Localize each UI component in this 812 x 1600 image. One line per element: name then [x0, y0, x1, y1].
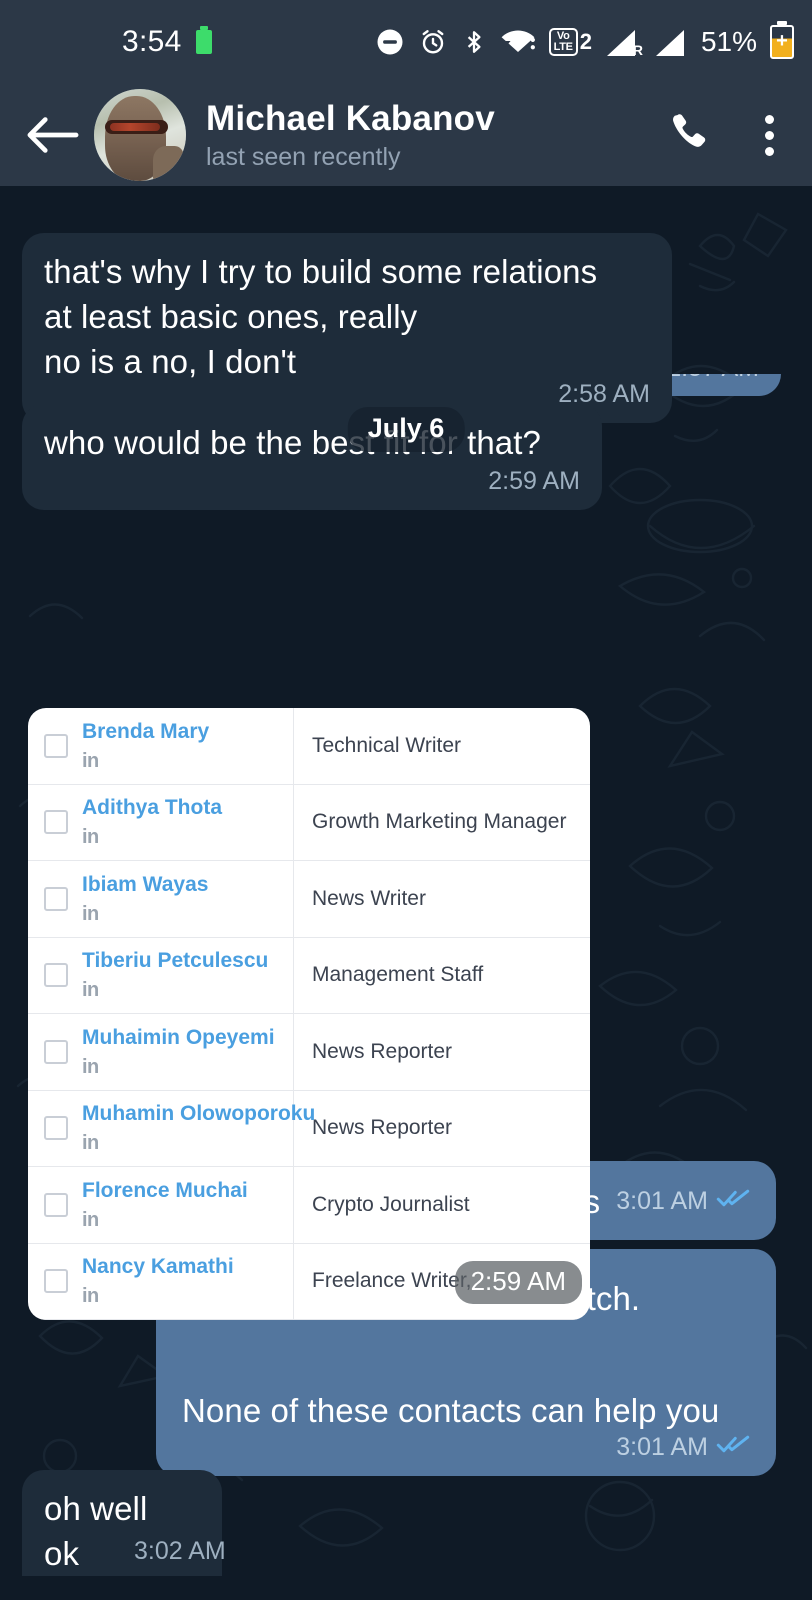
bluetooth-icon [461, 27, 487, 57]
row-checkbox[interactable] [44, 733, 68, 758]
battery-charging-small-icon [195, 26, 212, 54]
message-list[interactable]: 2:57 AM July 6 that's why I try to build… [0, 186, 812, 1600]
table-cell-name: Adithya Thota in [28, 784, 294, 860]
message-time: 2:59 AM [454, 1261, 582, 1304]
contact-name[interactable]: Muhaimin Opeyemi [82, 1027, 275, 1048]
table-row[interactable]: Ibiam Wayas in News Writer [28, 861, 590, 938]
contact-name[interactable]: Muhamin Olowoporoku [82, 1103, 315, 1124]
battery-percent-label: 51% [700, 26, 757, 57]
chat-title-block[interactable]: Michael Kabanov last seen recently [206, 98, 495, 173]
avatar[interactable] [94, 89, 186, 181]
table-row[interactable]: Muhamin Olowoporoku in News Reporter [28, 1090, 590, 1167]
row-checkbox[interactable] [44, 963, 68, 988]
contact-name[interactable]: Nancy Kamathi [82, 1256, 234, 1277]
contact-role: News Reporter [312, 1116, 453, 1140]
message-text: who would be the best fit for that? [44, 424, 541, 461]
table-cell-name: Tiberiu Petculescu in [28, 937, 294, 1013]
call-button[interactable] [665, 110, 711, 161]
volte-bottom-label: LTE [553, 41, 573, 53]
message-time: 2:59 AM [488, 467, 580, 495]
signal-bar-icon [654, 28, 684, 56]
wifi-icon [499, 27, 536, 57]
contact-role: News Writer [312, 886, 426, 910]
table-cell-name: Muhamin Olowoporoku in [28, 1090, 315, 1166]
message-bubble-incoming[interactable]: oh well ok 3:02 AM [22, 1470, 226, 1576]
table-cell-name: Muhaimin Opeyemi in [28, 1014, 294, 1090]
contact-role: Growth Marketing Manager [312, 810, 567, 834]
telegram-chat-screen: { "status_bar": { "clock": "3:54", "batt… [0, 0, 812, 1600]
message-row: that's why I try to build some relations… [22, 233, 672, 423]
row-checkbox[interactable] [44, 1192, 68, 1217]
message-time: 3:02 AM [134, 1537, 226, 1565]
contact-name[interactable]: Tiberiu Petculescu [82, 950, 268, 971]
message-bubble-image-attachment[interactable]: Brenda Mary in Technical Writer Adithya … [28, 708, 590, 1320]
table-row[interactable]: Brenda Mary in Technical Writer [28, 708, 590, 785]
roaming-label: R [632, 42, 643, 58]
status-clock: 3:54 [122, 25, 182, 58]
contact-name[interactable]: Brenda Mary [82, 721, 209, 742]
linkedin-icon: in [82, 1055, 99, 1078]
status-bar-right: Vo LTE 2 R 51% [375, 21, 794, 59]
page-title: Michael Kabanov [206, 98, 495, 138]
message-time: 3:01 AM [616, 1187, 708, 1215]
status-bar-left: 3:54 [122, 25, 212, 59]
message-meta: 3:01 AM [616, 1187, 750, 1224]
battery-charging-icon [770, 21, 794, 59]
volte-icon: Vo LTE 2 [548, 28, 592, 56]
row-checkbox[interactable] [44, 1269, 68, 1294]
kebab-menu-icon [765, 114, 774, 124]
table-cell-name: Brenda Mary in [28, 708, 294, 784]
message-time: 3:01 AM [616, 1433, 708, 1461]
table-row[interactable]: Tiberiu Petculescu in Management Staff [28, 937, 590, 1014]
table-cell-name: Florence Muchai in [28, 1167, 294, 1243]
message-text: that's why I try to build some relations… [44, 253, 598, 380]
back-button[interactable] [14, 113, 92, 157]
message-meta: 3:01 AM [616, 1433, 750, 1462]
linkedin-icon: in [82, 1208, 99, 1231]
contact-name[interactable]: Florence Muchai [82, 1180, 248, 1201]
contact-role: Management Staff [312, 963, 484, 987]
contact-name[interactable]: Ibiam Wayas [82, 874, 208, 895]
linkedin-icon: in [82, 902, 99, 925]
status-bar: 3:54 Vo LTE 2 R 51% + [0, 0, 812, 84]
volte-sim-label: 2 [579, 29, 592, 54]
last-seen-status: last seen recently [206, 142, 401, 171]
message-bubble-incoming[interactable]: that's why I try to build some relations… [22, 233, 672, 423]
row-checkbox[interactable] [44, 1039, 68, 1064]
message-time: 2:57 AM [667, 374, 759, 383]
phone-icon [673, 113, 706, 147]
date-separator: July 6 [347, 407, 465, 452]
table-row[interactable]: Florence Muchai in Crypto Journalist [28, 1167, 590, 1244]
message-bubble-incoming[interactable]: who would be the best fit for that? 2:59… [22, 404, 602, 510]
row-checkbox[interactable] [44, 810, 68, 835]
signal-bar-roaming-icon: R [605, 28, 643, 58]
alarm-icon [418, 27, 448, 57]
linkedin-icon: in [82, 826, 99, 849]
table-cell-name: Ibiam Wayas in [28, 861, 294, 937]
table-row[interactable]: Adithya Thota in Growth Marketing Manage… [28, 784, 590, 861]
message-row: who would be the best fit for that? 2:59… [22, 404, 602, 510]
read-receipt-double-check-icon [716, 1187, 750, 1216]
chat-header: Michael Kabanov last seen recently [0, 84, 812, 186]
contact-role: Crypto Journalist [312, 1192, 470, 1216]
linkedin-icon: in [82, 979, 99, 1002]
header-actions [665, 109, 780, 162]
table-row[interactable]: Muhaimin Opeyemi in News Reporter [28, 1014, 590, 1091]
more-options-button[interactable] [759, 109, 780, 162]
read-receipt-double-check-icon [716, 1433, 750, 1462]
linkedin-icon: in [82, 1132, 99, 1155]
row-checkbox[interactable] [44, 886, 68, 911]
linkedin-icon: in [82, 1285, 99, 1308]
linkedin-icon: in [82, 749, 99, 772]
row-checkbox[interactable] [44, 1116, 68, 1141]
contact-role: News Reporter [312, 1039, 453, 1063]
do-not-disturb-icon [375, 27, 405, 57]
contact-role: Technical Writer [312, 733, 461, 757]
message-row: oh well ok 3:02 AM [22, 1470, 226, 1576]
back-arrow-icon [27, 117, 79, 153]
contact-name[interactable]: Adithya Thota [82, 797, 222, 818]
table-cell-name: Nancy Kamathi in [28, 1243, 294, 1319]
